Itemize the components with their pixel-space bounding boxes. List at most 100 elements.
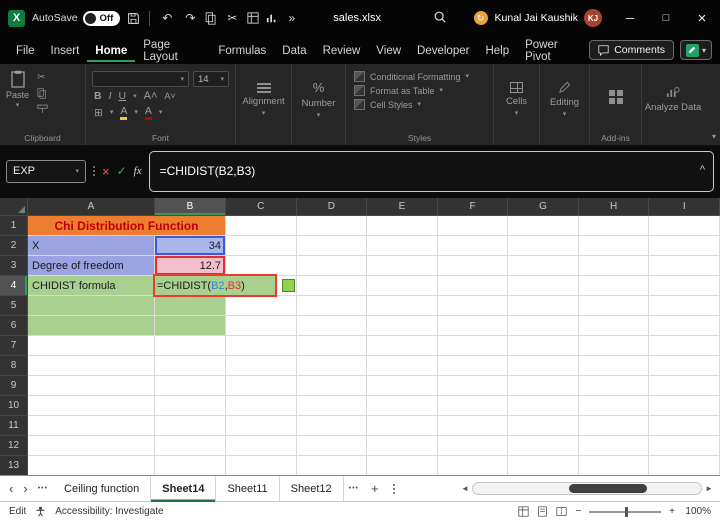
cell-B12[interactable]	[155, 436, 226, 456]
cell-F13[interactable]	[438, 456, 509, 475]
bold-button[interactable]: B	[94, 90, 102, 102]
cell-B7[interactable]	[155, 336, 226, 356]
cell-H4[interactable]	[579, 276, 650, 296]
cell-G8[interactable]	[508, 356, 579, 376]
cell-H12[interactable]	[579, 436, 650, 456]
cell-A7[interactable]	[28, 336, 155, 356]
cell-A13[interactable]	[28, 456, 155, 475]
page-layout-view-icon[interactable]	[537, 506, 548, 517]
tab-sheet11[interactable]: Sheet11	[216, 476, 279, 502]
cell-A5[interactable]	[28, 296, 155, 316]
formula-edit-box[interactable]: =CHIDIST(B2,B3)	[153, 274, 277, 297]
cell-D8[interactable]	[297, 356, 368, 376]
tab-sheet12[interactable]: Sheet12	[280, 476, 344, 502]
cell-A3[interactable]: Degree of freedom	[28, 256, 155, 276]
cell-F1[interactable]	[438, 216, 509, 236]
cell-I6[interactable]	[649, 316, 720, 336]
row-header-4[interactable]: 4	[0, 276, 28, 296]
zoom-in-button[interactable]: +	[669, 506, 675, 517]
font-size-select[interactable]: 14 ▾	[193, 71, 229, 87]
cell-I3[interactable]	[649, 256, 720, 276]
tab-insert[interactable]: Insert	[43, 38, 88, 62]
chart-icon[interactable]	[266, 12, 278, 24]
insert-function-icon[interactable]: fx	[134, 165, 142, 177]
cell-G5[interactable]	[508, 296, 579, 316]
drag-handle[interactable]	[93, 166, 95, 176]
row-header-2[interactable]: 2	[0, 236, 28, 256]
normal-view-icon[interactable]	[518, 506, 529, 517]
sheet-list-icon[interactable]: •••	[33, 485, 53, 492]
cell-H8[interactable]	[579, 356, 650, 376]
cell-F10[interactable]	[438, 396, 509, 416]
cell-G6[interactable]	[508, 316, 579, 336]
cell-C10[interactable]	[226, 396, 297, 416]
cell-E2[interactable]	[367, 236, 438, 256]
cell-C3[interactable]	[226, 256, 297, 276]
cell-G4[interactable]	[508, 276, 579, 296]
cell-E4[interactable]	[367, 276, 438, 296]
cell-D9[interactable]	[297, 376, 368, 396]
cell-I5[interactable]	[649, 296, 720, 316]
cell-C7[interactable]	[226, 336, 297, 356]
cell-I9[interactable]	[649, 376, 720, 396]
cell-G13[interactable]	[508, 456, 579, 475]
tab-review[interactable]: Review	[315, 38, 369, 62]
copy-icon[interactable]	[37, 88, 48, 99]
tab-formulas[interactable]: Formulas	[210, 38, 274, 62]
borders-button[interactable]: ⊞	[94, 107, 103, 119]
cell-D1[interactable]	[297, 216, 368, 236]
cell-C11[interactable]	[226, 416, 297, 436]
italic-button[interactable]: I	[109, 90, 112, 102]
cell-F12[interactable]	[438, 436, 509, 456]
cell-I1[interactable]	[649, 216, 720, 236]
collapse-ribbon-icon[interactable]: ▾	[712, 132, 716, 141]
cell-H11[interactable]	[579, 416, 650, 436]
cell-A6[interactable]	[28, 316, 155, 336]
cell-D4[interactable]	[297, 276, 368, 296]
cell-A9[interactable]	[28, 376, 155, 396]
cell-E8[interactable]	[367, 356, 438, 376]
next-sheet-icon[interactable]: ›	[18, 481, 32, 496]
paste-button[interactable]: Paste ▾	[6, 70, 29, 114]
format-painter-icon[interactable]	[37, 104, 48, 114]
tab-file[interactable]: File	[8, 38, 43, 62]
cell-A2[interactable]: X	[28, 236, 155, 256]
minimize-button[interactable]: ─	[612, 0, 648, 36]
tab-power-pivot[interactable]: Power Pivot	[517, 32, 589, 68]
cell-C13[interactable]	[226, 456, 297, 475]
row-header-5[interactable]: 5	[0, 296, 28, 316]
enter-icon[interactable]: ✓	[117, 164, 127, 178]
row-header-13[interactable]: 13	[0, 456, 28, 475]
fill-handle[interactable]	[282, 279, 295, 292]
cell-B2[interactable]: 34	[155, 236, 226, 256]
cell-G7[interactable]	[508, 336, 579, 356]
cell-G1[interactable]	[508, 216, 579, 236]
cell-D2[interactable]	[297, 236, 368, 256]
cell-D3[interactable]	[297, 256, 368, 276]
cell-H6[interactable]	[579, 316, 650, 336]
analyze-data-button[interactable]: Analyze Data	[642, 64, 704, 145]
cell-B11[interactable]	[155, 416, 226, 436]
column-header-E[interactable]: E	[367, 198, 438, 216]
addins-group-label[interactable]: Add-ins	[590, 133, 641, 143]
row-header-8[interactable]: 8	[0, 356, 28, 376]
row-header-12[interactable]: 12	[0, 436, 28, 456]
prev-sheet-icon[interactable]: ‹	[4, 481, 18, 496]
cell-F3[interactable]	[438, 256, 509, 276]
expand-formula-bar-icon[interactable]: ^	[700, 164, 705, 176]
copy-icon[interactable]	[205, 12, 217, 25]
column-header-H[interactable]: H	[579, 198, 650, 216]
cell-E12[interactable]	[367, 436, 438, 456]
cell-A10[interactable]	[28, 396, 155, 416]
zoom-out-button[interactable]: −	[575, 506, 581, 517]
row-header-7[interactable]: 7	[0, 336, 28, 356]
cell-G9[interactable]	[508, 376, 579, 396]
cell-E1[interactable]	[367, 216, 438, 236]
zoom-level[interactable]: 100%	[683, 506, 711, 517]
cell-B3[interactable]: 12.7	[155, 256, 226, 276]
cell-F2[interactable]	[438, 236, 509, 256]
column-header-D[interactable]: D	[297, 198, 368, 216]
cell-D5[interactable]	[297, 296, 368, 316]
cell-F9[interactable]	[438, 376, 509, 396]
document-title[interactable]: sales.xlsx	[333, 0, 381, 36]
